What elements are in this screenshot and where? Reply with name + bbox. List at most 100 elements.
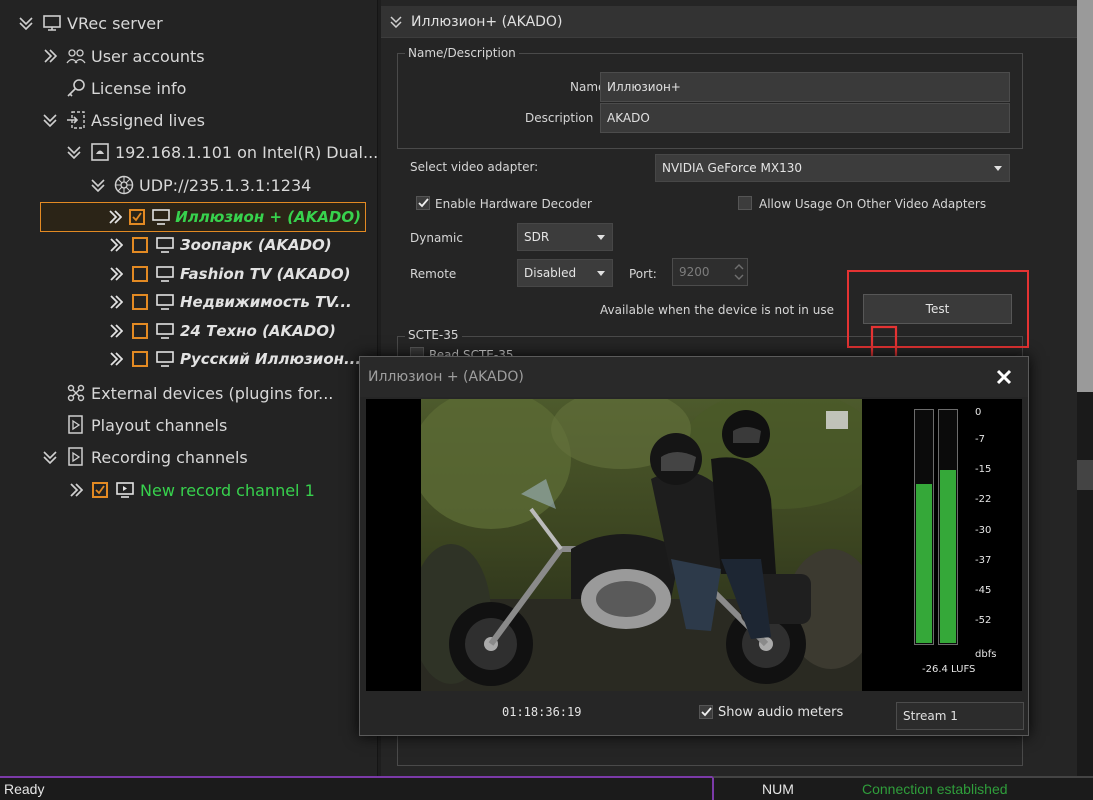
chevron-down-icon[interactable] [64,142,84,162]
tree-node-channel-zoopark[interactable]: Зоопарк (AKADO) [106,230,332,260]
name-field[interactable]: Иллюзион+ [600,72,1010,102]
capture-card-icon [90,142,110,162]
dialog-title-bar[interactable]: Иллюзион + (AKADO) [360,357,1028,397]
tree-node-vrec-server[interactable]: VRec server [16,8,163,38]
allow-other-adapters-checkbox[interactable] [738,196,752,210]
audio-meter-right-level [940,469,956,643]
tree-node-channel-russkiy-illusion[interactable]: Русский Иллюзион... [106,344,361,374]
scrollbar-thumb[interactable] [1077,0,1093,392]
channel-checkbox[interactable] [132,323,148,339]
show-audio-meters-checkbox[interactable] [699,705,713,719]
remote-select[interactable]: Disabled [517,259,613,287]
tree-node-channel-nedvizhimost[interactable]: Недвижимость TV... [106,287,352,317]
chevron-down-icon[interactable] [40,447,60,467]
tree-node-label: Playout channels [91,415,228,435]
chevron-right-icon[interactable] [107,207,123,227]
dynamic-label: Dynamic [410,231,463,245]
tree-node-label: UDP://235.1.3.1:1234 [139,175,312,195]
tree-node-label: Recording channels [91,447,248,467]
audio-meter-right [938,409,958,645]
description-field[interactable]: AKADO [600,103,1010,133]
port-spin-icon[interactable] [731,260,747,284]
tree-node-label: License info [91,78,187,98]
enable-hw-decoder-checkbox[interactable] [416,196,430,210]
preview-dialog: Иллюзион + (AKADO) 0 -7 -15 -22 -30 -37 … [359,356,1029,736]
dropdown-arrow-icon [994,166,1002,171]
num-lock-indicator: NUM [762,781,794,797]
tree-node-external-devices[interactable]: External devices (plugins for... [66,378,333,408]
channel-checkbox[interactable] [132,294,148,310]
server-icon [42,13,62,33]
scrollbar-lower-block[interactable] [1077,460,1093,490]
tree-node-udp-source[interactable]: UDP://235.1.3.1:1234 [88,170,311,200]
plugin-icon [66,383,86,403]
network-icon [114,175,134,195]
enable-hw-decoder-label: Enable Hardware Decoder [435,197,592,211]
chevron-right-icon[interactable] [66,480,86,500]
port-label: Port: [629,267,657,281]
tree-node-playout-channels[interactable]: Playout channels [66,410,227,440]
chevron-right-icon[interactable] [106,235,126,255]
tree-node-assigned-lives[interactable]: Assigned lives [40,105,205,135]
playout-icon [66,415,86,435]
tree-node-channel-fashion-tv[interactable]: Fashion TV (AKADO) [106,259,350,289]
tree-node-license-info[interactable]: License info [66,73,186,103]
monitor-icon [155,321,175,341]
chevron-right-icon[interactable] [106,321,126,341]
collapse-icon[interactable] [389,15,403,28]
tree-node-label: Fashion TV (AKADO) [180,265,351,283]
timecode: 01:18:36:19 [502,705,582,719]
chevron-right-icon[interactable] [106,349,126,369]
meter-tick: 0 [975,407,982,418]
tree-node-channel-illusion[interactable]: Иллюзион + (AKADO) [40,202,366,232]
status-text: Ready [4,781,45,797]
close-icon[interactable] [994,367,1014,387]
channel-checkbox[interactable] [92,482,108,498]
chevron-down-icon[interactable] [40,110,60,130]
tree-node-user-accounts[interactable]: User accounts [40,41,205,71]
tree-node-label: User accounts [91,46,205,66]
scte35-group-title: SCTE-35 [405,328,462,342]
dropdown-arrow-icon [597,271,605,276]
properties-header[interactable]: Иллюзион+ (AKADO) [381,6,1077,38]
users-icon [66,46,86,66]
show-audio-meters-label: Show audio meters [718,705,844,720]
channel-checkbox[interactable] [132,266,148,282]
allow-other-adapters-label: Allow Usage On Other Video Adapters [759,197,987,211]
key-icon [66,78,86,98]
audio-meter: 0 -7 -15 -22 -30 -37 -45 -52 [914,407,994,647]
meter-tick: -30 [975,525,992,536]
dynamic-select[interactable]: SDR [517,223,613,251]
status-left-section: Ready [0,776,712,800]
stream-select[interactable]: Stream 1 [896,702,1024,730]
tree-node-label: 24 Техно (AKADO) [180,322,336,340]
tree-node-new-record-channel[interactable]: New record channel 1 [66,475,315,505]
properties-title: Иллюзион+ (AKADO) [411,13,563,30]
chevron-down-icon[interactable] [88,175,108,195]
tree-node-label: Зоопарк (AKADO) [180,236,332,254]
chevron-right-icon[interactable] [106,264,126,284]
monitor-icon [155,235,175,255]
record-monitor-icon [115,480,135,500]
device-tree: VRec server User accounts License info A… [0,0,378,776]
channel-checkbox[interactable] [132,351,148,367]
tree-node-label: New record channel 1 [140,480,315,500]
audio-meter-left-level [916,483,932,643]
channel-checkbox[interactable] [132,237,148,253]
tree-node-channel-24-tekhno[interactable]: 24 Техно (AKADO) [106,316,336,346]
vertical-scrollbar[interactable] [1077,0,1093,776]
video-adapter-select[interactable]: NVIDIA GeForce MX130 [655,154,1010,182]
monitor-icon [155,349,175,369]
channel-checkbox[interactable] [129,209,146,225]
tree-node-host[interactable]: 192.168.1.101 on Intel(R) Dual... [64,137,378,167]
meter-tick: -22 [975,494,992,505]
meter-tick: -15 [975,464,992,475]
loudness-readout: -26.4 LUFS [922,664,976,675]
tree-node-label: Иллюзион + (AKADO) [175,208,361,226]
chevron-right-icon[interactable] [106,292,126,312]
tree-node-recording-channels[interactable]: Recording channels [40,442,248,472]
name-description-group-title: Name/Description [405,46,519,60]
meter-tick: -37 [975,555,992,566]
chevron-down-icon[interactable] [16,13,36,33]
chevron-right-icon[interactable] [40,46,60,66]
